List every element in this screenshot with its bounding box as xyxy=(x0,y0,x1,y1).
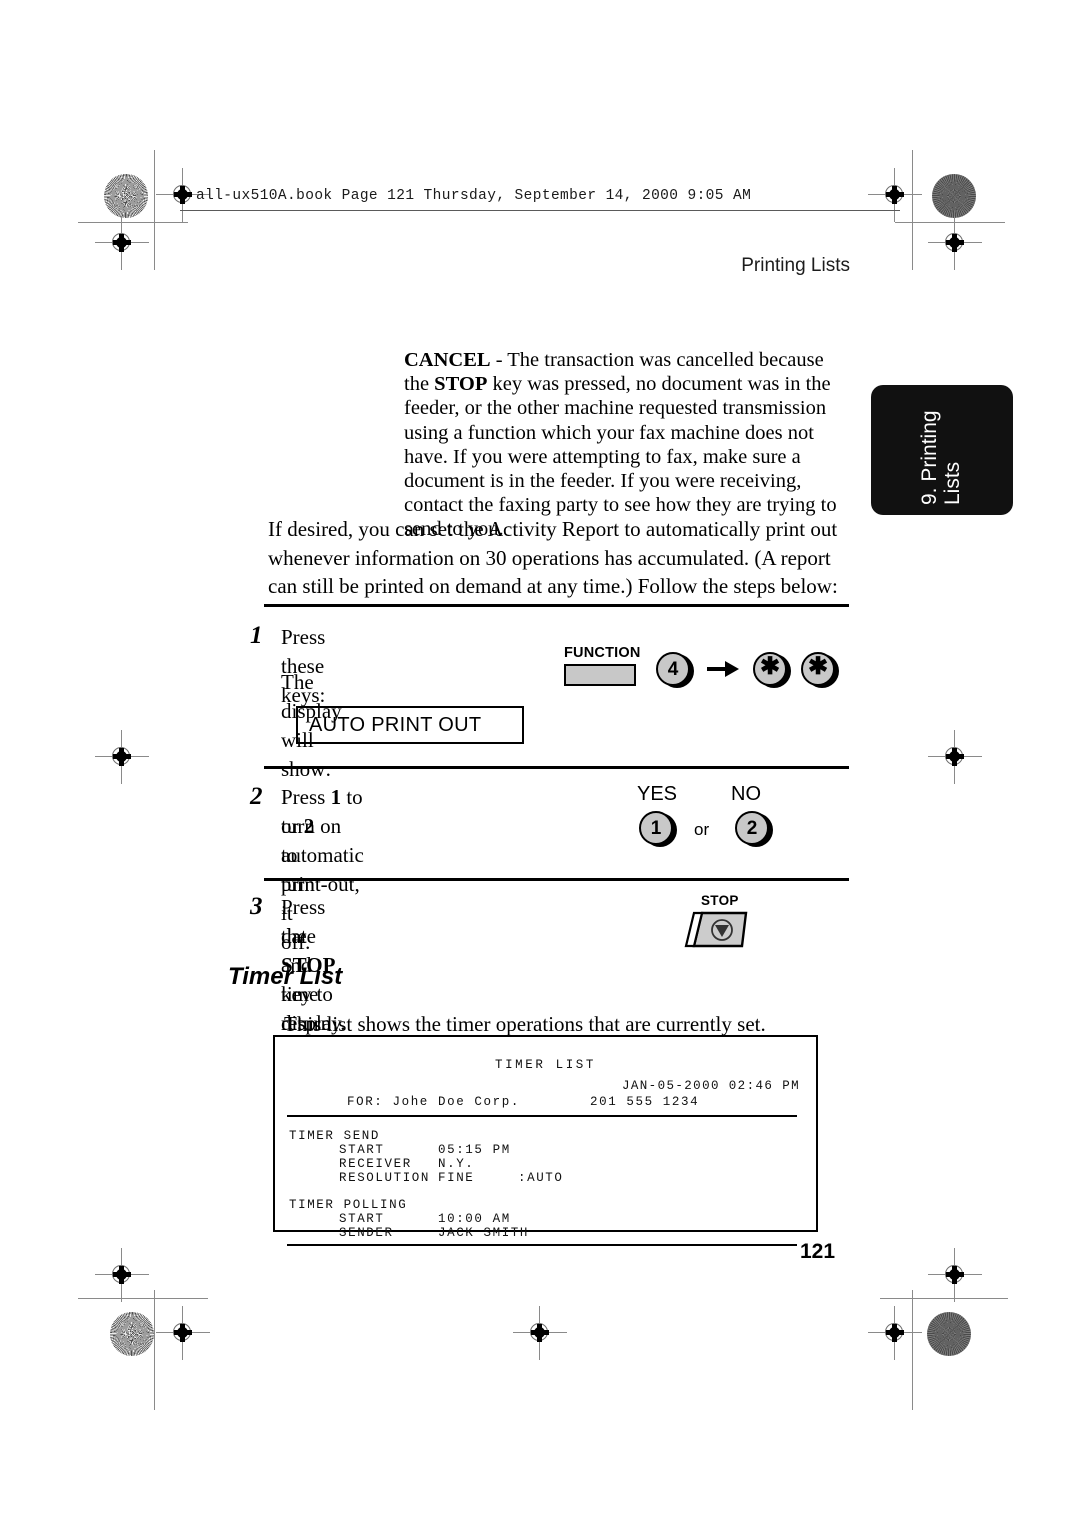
report-rule-bottom xyxy=(287,1244,797,1247)
section-paragraph: This list shows the timer operations tha… xyxy=(284,1012,766,1036)
section-heading-timer-list: Timer List xyxy=(228,963,343,990)
or-connector: or xyxy=(694,820,710,839)
report-row-2-value: N.Y. xyxy=(438,1157,475,1171)
step-2-bold-2: 2 xyxy=(303,814,315,838)
registration-mark-left-upper xyxy=(95,216,149,270)
report-row-3-value: FINE xyxy=(438,1171,475,1185)
report-row-3-extra: :AUTO xyxy=(518,1171,564,1185)
step-2-text-c: or xyxy=(281,814,304,838)
numeric-key-4[interactable]: 4 xyxy=(656,652,694,690)
rosette-mark-bottom-left xyxy=(110,1312,154,1356)
no-label: NO xyxy=(731,783,761,805)
registration-mark-right-upper xyxy=(928,216,982,270)
yes-label: YES xyxy=(637,783,678,805)
report-row-1-value: 05:15 PM xyxy=(438,1143,511,1157)
step-2-bold-1: 1 xyxy=(330,785,342,809)
chapter-thumb-tab: 9. Printing Lists xyxy=(871,385,1013,515)
page-number: 121 xyxy=(800,1240,836,1263)
report-row-4-label: START xyxy=(339,1212,385,1226)
function-key-bar xyxy=(564,664,636,686)
trim-line-top xyxy=(78,222,188,223)
registration-mark-left-middle xyxy=(95,730,149,784)
numeric-key-4-label: 4 xyxy=(656,652,690,686)
registration-mark-top-right xyxy=(868,168,922,222)
rosette-mark-top-left xyxy=(104,174,148,218)
timer-list-report: TIMER LIST JAN-05-2000 02:46 PM FOR: Joh… xyxy=(273,1035,818,1247)
step-2-text-a: Press xyxy=(281,785,331,809)
step-1-number: 1 xyxy=(250,622,263,649)
report-row-1-label: START xyxy=(339,1143,385,1157)
registration-mark-top-left xyxy=(156,168,210,222)
function-key-label: FUNCTION xyxy=(564,645,641,661)
rosette-mark-top-right xyxy=(932,174,976,218)
numeric-key-1-yes[interactable]: 1 xyxy=(639,811,677,849)
report-row-2-label: RECEIVER xyxy=(339,1157,412,1171)
report-title: TIMER LIST xyxy=(494,1058,596,1072)
star-key-1-label: ✱ xyxy=(753,652,787,686)
report-section-heading-2: TIMER POLLING xyxy=(289,1198,408,1212)
step-2-number: 2 xyxy=(250,783,263,810)
trim-line-vertical-left xyxy=(154,150,155,270)
registration-mark-right-lower xyxy=(928,1248,982,1302)
stop-key[interactable]: STOP xyxy=(683,893,757,961)
registration-mark-left-lower xyxy=(95,1248,149,1302)
numeric-key-1-label: 1 xyxy=(639,811,673,845)
star-key-2-label: ✱ xyxy=(801,652,835,686)
cancel-term: CANCEL xyxy=(404,349,491,371)
step-divider-1-2 xyxy=(264,766,849,769)
trim-line-vertical-right xyxy=(912,150,913,270)
numeric-key-2-no[interactable]: 2 xyxy=(735,811,773,849)
report-phone: 201 555 1234 xyxy=(590,1095,700,1109)
report-section-heading-1: TIMER SEND xyxy=(289,1129,381,1143)
step-3-number: 3 xyxy=(250,893,263,920)
lcd-display-value: AUTO PRINT OUT xyxy=(309,713,482,736)
step-divider-top xyxy=(264,604,849,607)
registration-mark-right-middle xyxy=(928,730,982,784)
running-head: Printing Lists xyxy=(741,255,850,276)
arrow-right-icon xyxy=(707,661,741,677)
cancel-note-paragraph: CANCEL - The transaction was cancelled b… xyxy=(404,348,852,542)
lcd-display-auto-print-out: AUTO PRINT OUT xyxy=(296,706,524,744)
stop-key-icon xyxy=(684,911,748,948)
intro-paragraph: If desired, you can set the Activity Rep… xyxy=(268,517,838,598)
star-key-2[interactable]: ✱ xyxy=(801,652,839,690)
file-header-rule xyxy=(180,210,900,211)
chapter-thumb-tab-label: 9. Printing Lists xyxy=(918,410,964,505)
star-key-1[interactable]: ✱ xyxy=(753,652,791,690)
report-row-4-value: 10:00 AM xyxy=(438,1212,511,1226)
registration-mark-bottom-right xyxy=(868,1306,922,1360)
stop-term: STOP xyxy=(434,373,488,396)
trim-line-vertical-bottom-right xyxy=(912,1290,913,1410)
report-for-line: FOR: Johe Doe Corp. xyxy=(347,1095,520,1109)
registration-mark-bottom-left xyxy=(156,1306,210,1360)
numeric-key-2-label: 2 xyxy=(735,811,769,845)
trim-line-bottom-left xyxy=(78,1298,208,1299)
report-row-5-value: JACK SMITH xyxy=(438,1226,530,1240)
rosette-mark-bottom-right xyxy=(927,1312,971,1356)
registration-mark-bottom-center xyxy=(513,1306,567,1360)
report-datetime: JAN-05-2000 02:46 PM xyxy=(621,1079,800,1093)
report-row-5-label: SENDER xyxy=(339,1226,394,1240)
trim-line-bottom-right xyxy=(880,1298,1008,1299)
file-header-text: all-ux510A.book Page 121 Thursday, Septe… xyxy=(196,188,752,204)
report-rule-top xyxy=(287,1115,797,1118)
report-row-3-label: RESOLUTION xyxy=(339,1171,431,1185)
trim-line-vertical-bottom-left xyxy=(154,1290,155,1410)
